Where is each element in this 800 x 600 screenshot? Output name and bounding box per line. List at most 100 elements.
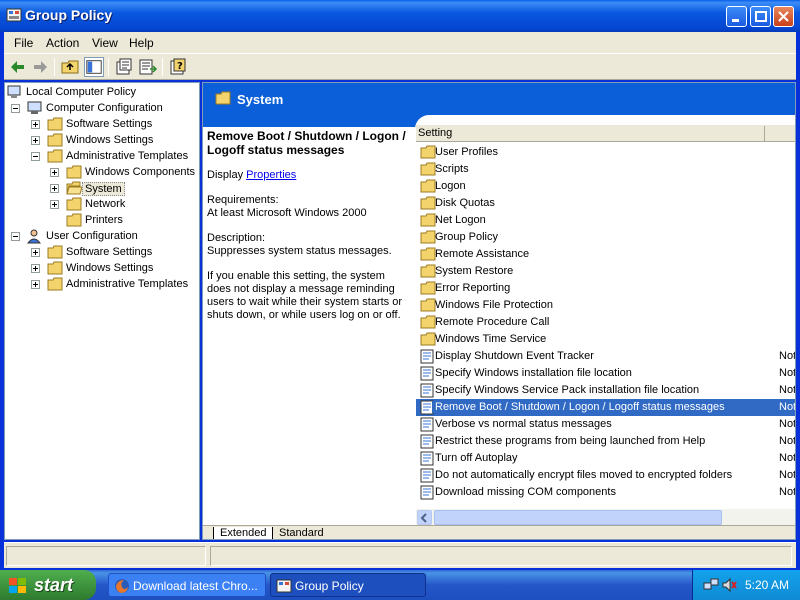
start-button[interactable]: start <box>0 570 96 600</box>
tree-node-windows-settings[interactable]: Windows Settings <box>7 132 197 148</box>
list-item-folder[interactable]: Net Logon <box>416 212 795 229</box>
tree-node-software-settings[interactable]: Software Settings <box>7 116 197 132</box>
taskbar-button-chrome-download[interactable]: Download latest Chro... <box>108 573 266 597</box>
expand-toggle[interactable] <box>50 184 59 193</box>
folder-icon <box>47 117 63 131</box>
export-list-icon[interactable] <box>138 57 158 77</box>
display-label: Display <box>207 169 244 181</box>
policy-setting-icon <box>420 383 434 398</box>
menu-bar: File Action View Help <box>4 32 796 53</box>
tree-node-computer-configuration[interactable]: Computer Configuration <box>7 100 197 116</box>
description-label: Description: <box>207 232 266 244</box>
help-icon[interactable]: ? <box>168 57 188 77</box>
list-item-folder[interactable]: User Profiles <box>416 144 795 161</box>
back-arrow-icon[interactable] <box>8 57 28 77</box>
tree-node-user-administrative-templates[interactable]: Administrative Templates <box>7 276 197 292</box>
expand-toggle[interactable] <box>31 280 40 289</box>
list-item-policy[interactable]: Restrict these programs from being launc… <box>416 433 795 450</box>
list-item-policy[interactable]: Turn off Autoplay Not <box>416 450 796 467</box>
tree-node-administrative-templates[interactable]: Administrative Templates <box>7 148 197 164</box>
tree-node-windows-components[interactable]: Windows Components <box>7 164 197 180</box>
list-item-policy[interactable]: Specify Windows Service Pack installatio… <box>416 382 796 399</box>
policy-setting-icon <box>420 366 434 381</box>
show-hide-tree-icon[interactable] <box>84 57 104 77</box>
collapse-toggle[interactable] <box>11 232 20 241</box>
scroll-left-button[interactable] <box>417 510 432 525</box>
title-bar[interactable]: Group Policy <box>0 0 800 32</box>
user-icon <box>27 229 42 244</box>
list-item-policy[interactable]: Specify Windows installation file locati… <box>416 365 795 382</box>
tree-node-system[interactable]: System <box>7 180 197 196</box>
tab-standard[interactable]: Standard <box>279 527 324 539</box>
up-folder-icon[interactable] <box>60 57 80 77</box>
tree-label: Computer Configuration <box>46 102 163 114</box>
list-item-folder[interactable]: Disk Quotas <box>416 195 795 212</box>
network-icon[interactable] <box>703 577 719 593</box>
policy-name: Display Shutdown Event Tracker <box>435 350 594 362</box>
forward-arrow-icon[interactable] <box>30 57 50 77</box>
expand-toggle[interactable] <box>31 264 40 273</box>
list-item-folder[interactable]: Windows Time Service <box>416 331 795 348</box>
collapse-toggle[interactable] <box>11 104 20 113</box>
menu-view[interactable]: View <box>92 36 118 50</box>
list-item-folder[interactable]: Logon <box>416 178 795 195</box>
expand-toggle[interactable] <box>31 248 40 257</box>
policy-state: Not <box>779 486 796 498</box>
list-item-policy[interactable]: Do not automatically encrypt files moved… <box>416 467 795 484</box>
properties-link[interactable]: Properties <box>246 169 296 181</box>
policy-name: Do not automatically encrypt files moved… <box>435 469 733 481</box>
clock[interactable]: 5:20 AM <box>745 578 789 592</box>
column-header-setting[interactable]: Setting <box>418 127 452 139</box>
folder-icon <box>215 91 231 105</box>
maximize-button[interactable] <box>750 6 771 27</box>
extended-description: Remove Boot / Shutdown / Logon / Logoff … <box>207 129 411 334</box>
list-item-folder[interactable]: Remote Assistance <box>416 246 795 263</box>
list-item-folder[interactable]: Group Policy <box>416 229 795 246</box>
folder-icon <box>420 332 436 346</box>
minimize-button[interactable] <box>726 6 747 27</box>
tree-node-local-computer-policy[interactable]: Local Computer Policy <box>7 84 197 100</box>
close-icon <box>778 11 789 22</box>
details-pane: System Remove Boot / Shutdown / Logon / … <box>202 82 796 540</box>
expand-toggle[interactable] <box>50 200 59 209</box>
list-item-policy[interactable]: Download missing COM components Not <box>416 484 796 501</box>
folder-icon <box>47 245 63 259</box>
list-item-folder[interactable]: System Restore <box>416 263 795 280</box>
expand-toggle[interactable] <box>31 120 40 129</box>
volume-icon[interactable] <box>721 577 737 593</box>
policy-state: Not <box>779 452 796 464</box>
requirements-value: At least Microsoft Windows 2000 <box>207 207 367 219</box>
column-divider[interactable] <box>764 126 765 141</box>
properties-icon[interactable] <box>114 57 134 77</box>
close-button[interactable] <box>773 6 794 27</box>
scroll-thumb[interactable] <box>434 510 722 525</box>
tree-node-user-windows-settings[interactable]: Windows Settings <box>7 260 197 276</box>
menu-file[interactable]: File <box>14 36 33 50</box>
menu-action[interactable]: Action <box>46 36 79 50</box>
taskbar: start Download latest Chro... Group Poli… <box>0 570 800 600</box>
start-label: start <box>34 575 74 595</box>
policy-state: Not <box>779 401 796 413</box>
tree-node-printers[interactable]: Printers <box>7 212 197 228</box>
list-item-folder[interactable]: Error Reporting <box>416 280 795 297</box>
list-item-folder[interactable]: Windows File Protection <box>416 297 795 314</box>
list-item-folder[interactable]: Scripts <box>416 161 795 178</box>
collapse-toggle[interactable] <box>31 152 40 161</box>
expand-toggle[interactable] <box>50 168 59 177</box>
policy-setting-icon <box>420 451 434 466</box>
tree-node-user-configuration[interactable]: User Configuration <box>7 228 197 244</box>
list-item-label: Remote Assistance <box>435 248 530 260</box>
menu-help[interactable]: Help <box>129 36 154 50</box>
horizontal-scrollbar[interactable] <box>416 509 795 526</box>
taskbar-button-group-policy[interactable]: Group Policy <box>270 573 426 597</box>
policy-state: Not <box>779 384 796 396</box>
tree-node-user-software-settings[interactable]: Software Settings <box>7 244 197 260</box>
view-tabs: Extended Standard <box>203 525 795 539</box>
list-item-folder[interactable]: Remote Procedure Call <box>416 314 795 331</box>
list-item-policy[interactable]: Display Shutdown Event Tracker Not <box>416 348 795 365</box>
expand-toggle[interactable] <box>31 136 40 145</box>
list-item-policy[interactable]: Verbose vs normal status messages Not <box>416 416 795 433</box>
tree-node-network[interactable]: Network <box>7 196 197 212</box>
list-item-policy[interactable]: Remove Boot / Shutdown / Logon / Logoff … <box>416 399 796 416</box>
tab-extended[interactable]: Extended <box>213 527 274 539</box>
